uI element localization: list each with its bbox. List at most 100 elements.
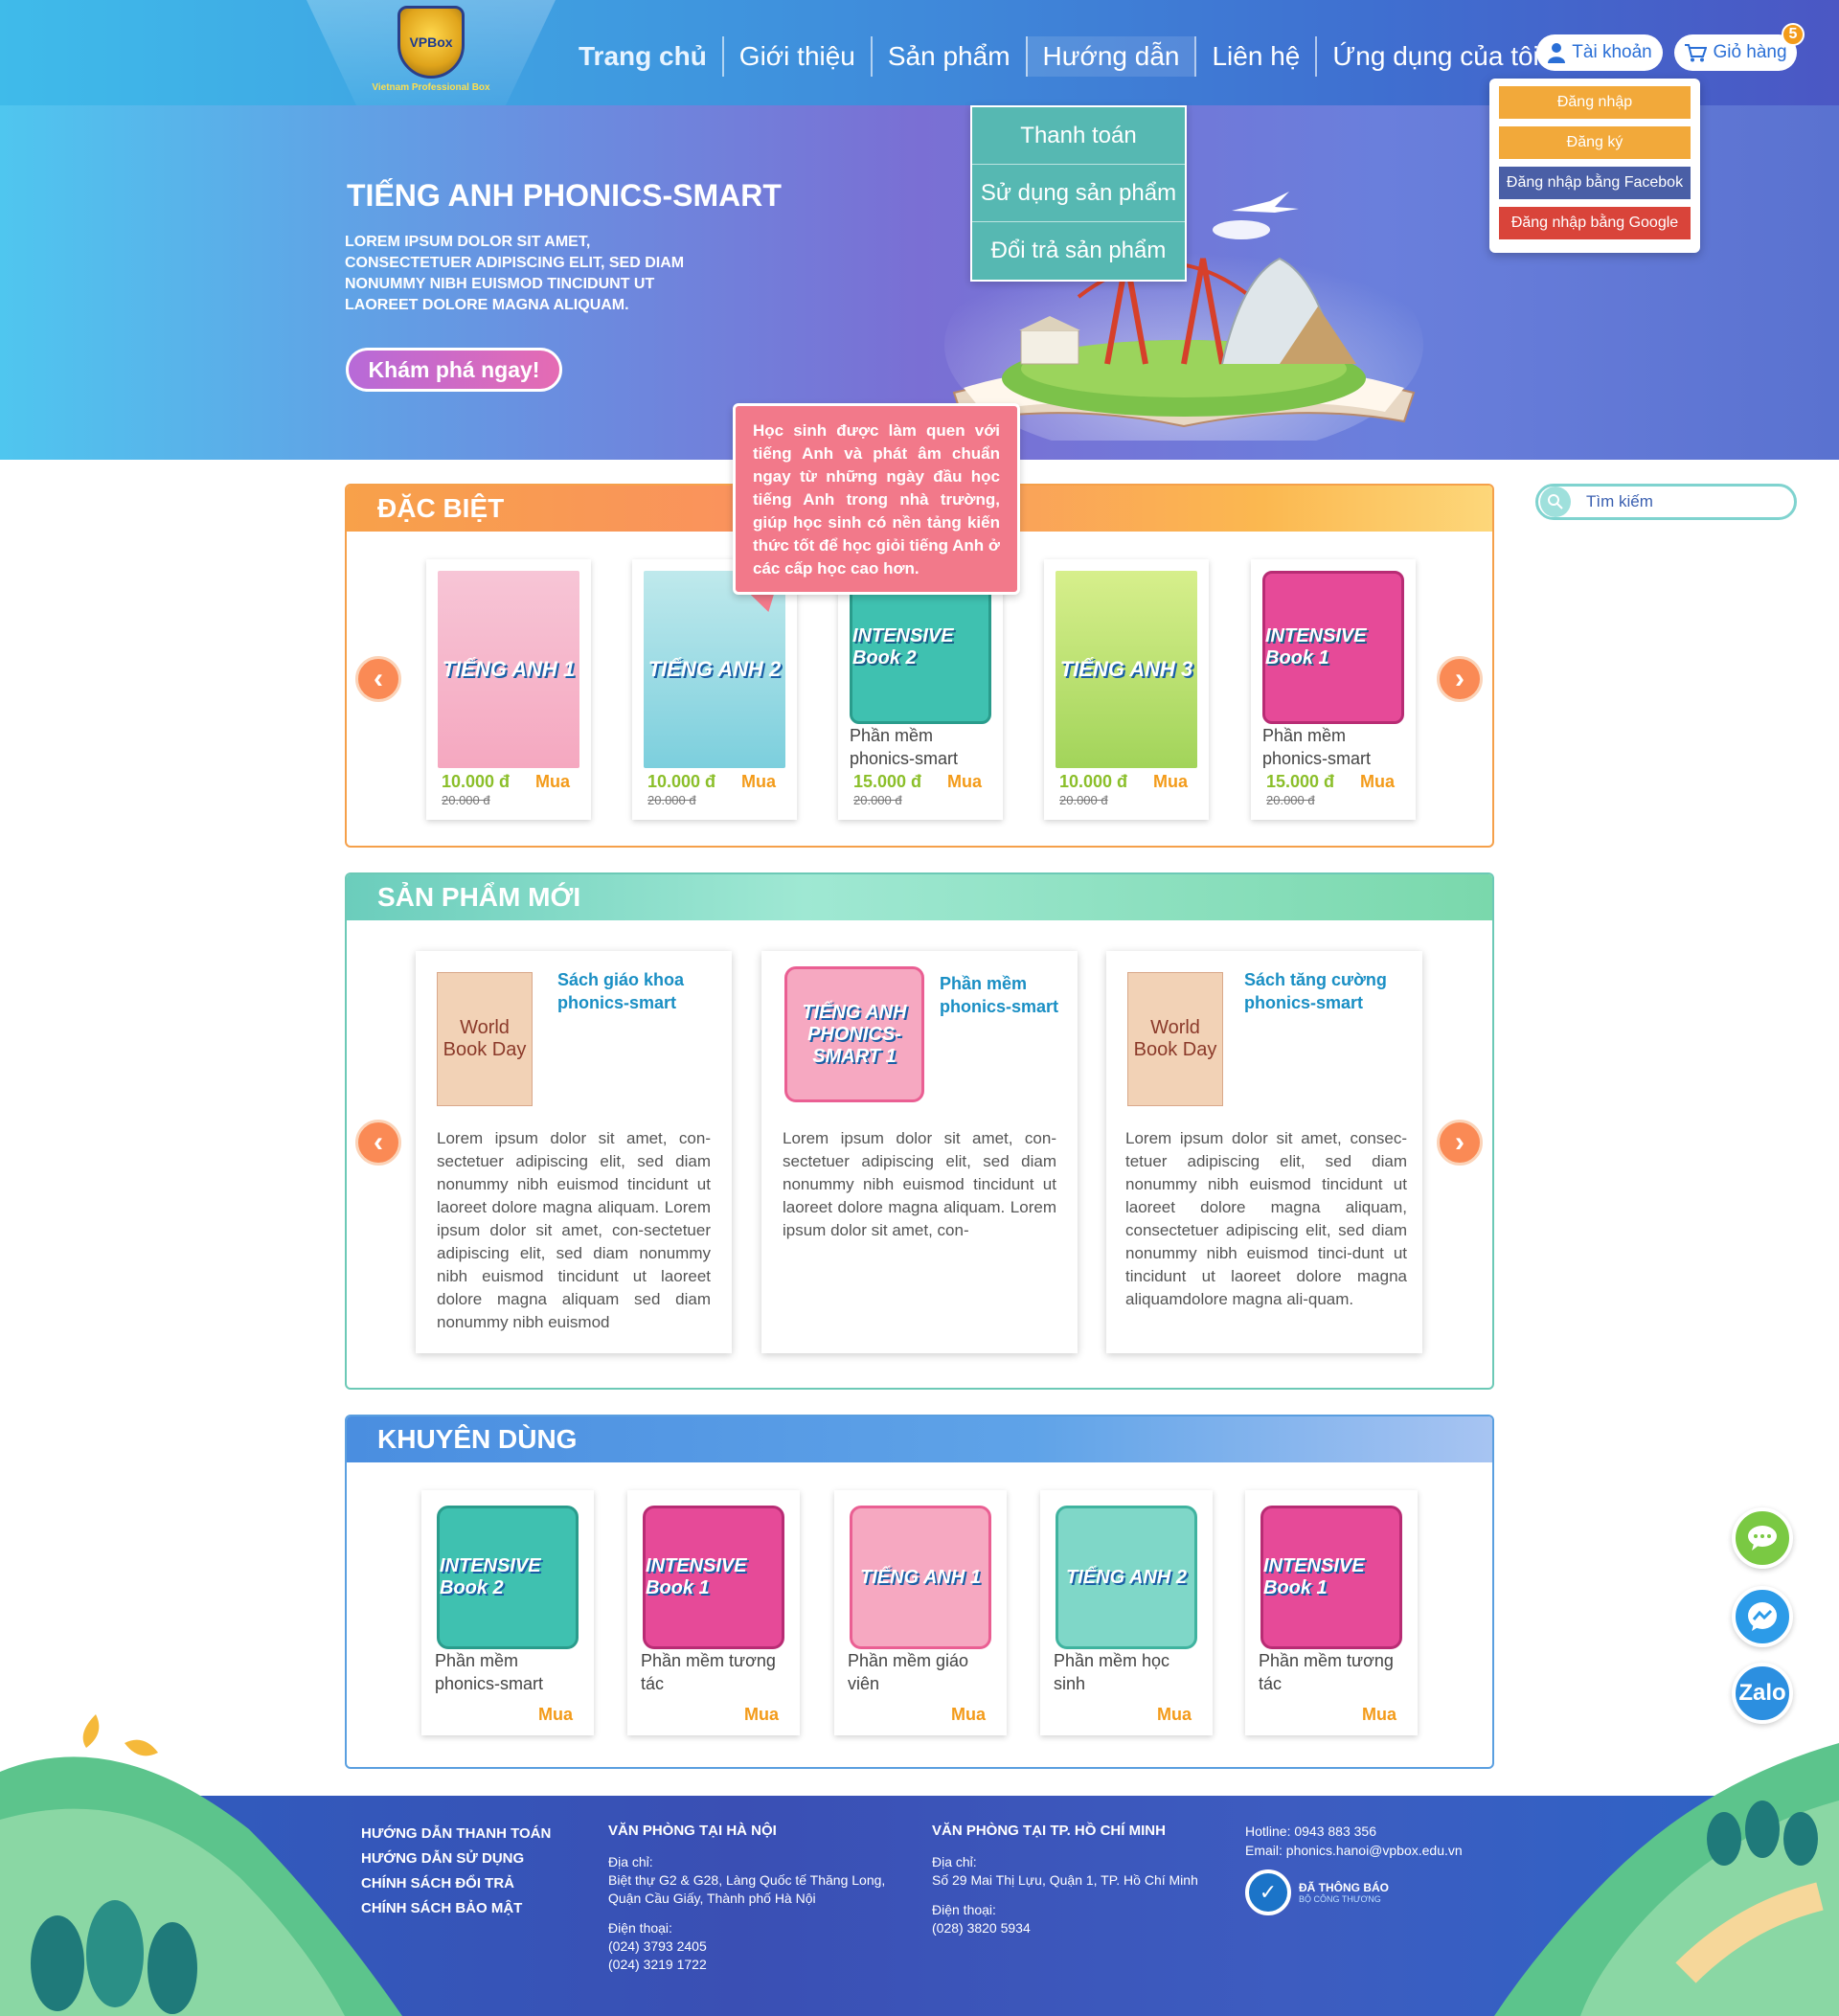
buy-button[interactable]: Mua [741, 772, 776, 792]
product-price: 10.000 đ [1059, 772, 1128, 791]
product-card[interactable]: TIẾNG ANH 1 10.000 đ 20.000 đ Mua [426, 559, 591, 820]
book-cover-image: TIẾNG ANH 2 [1056, 1506, 1197, 1649]
search-box[interactable]: Tìm kiếm [1535, 484, 1797, 520]
account-label: Tài khoản [1572, 42, 1652, 62]
main-nav: Trang chủ Giới thiệu Sản phẩm Hướng dẫn … [563, 36, 1555, 77]
guide-menu-usage[interactable]: Sử dụng sản phẩm [972, 165, 1185, 222]
book-cover-image: INTENSIVE Book 1 [1260, 1506, 1402, 1649]
recommended-title: KHUYÊN DÙNG [347, 1416, 1492, 1462]
search-icon[interactable] [1540, 487, 1571, 517]
footer-link-returns[interactable]: CHÍNH SÁCH ĐỔI TRẢ [361, 1871, 551, 1896]
special-prev-arrow[interactable]: ‹ [355, 656, 401, 702]
account-dropdown: Đăng nhập Đăng ký Đăng nhập bằng Facebok… [1489, 79, 1700, 253]
product-old-price: 20.000 đ [853, 793, 902, 807]
nav-home[interactable]: Trang chủ [563, 36, 722, 77]
book-thumbnail: World Book Day [1127, 972, 1223, 1106]
login-button[interactable]: Đăng nhập [1499, 86, 1691, 119]
buy-button[interactable]: Mua [535, 772, 570, 792]
buy-button[interactable]: Mua [951, 1705, 986, 1725]
product-card[interactable]: TIẾNG ANH 3 10.000 đ 20.000 đ Mua [1044, 559, 1209, 820]
new-products-title: SẢN PHẨM MỚI [347, 874, 1492, 920]
cart-label: Giỏ hàng [1713, 42, 1787, 62]
hanoi-heading: VĂN PHÒNG TẠI HÀ NỘI [608, 1823, 777, 1839]
hanoi-phone-label: Điện thoại: [608, 1920, 672, 1936]
site-logo[interactable]: VPBox Vietnam Professional Box [369, 6, 493, 102]
new-product-title[interactable]: Sách giáo khoa phonics-smart [557, 968, 711, 1014]
hill-decoration-right [1494, 1743, 1839, 2016]
buy-button[interactable]: Mua [947, 772, 982, 792]
nav-contact[interactable]: Liên hệ [1194, 36, 1315, 77]
recommended-card[interactable]: TIẾNG ANH 1 Phần mềm giáo viên Mua [834, 1490, 1007, 1735]
new-product-title[interactable]: Sách tăng cường phonics-smart [1244, 968, 1397, 1014]
new-product-card[interactable]: TIẾNG ANH PHONICS-SMART 1 Phần mềm phoni… [761, 951, 1078, 1353]
product-card[interactable]: INTENSIVE Book 2 Phần mềm phonics-smart … [838, 559, 1003, 820]
recommended-card[interactable]: TIẾNG ANH 2 Phần mềm học sinh Mua [1040, 1490, 1213, 1735]
footer-email[interactable]: Email: phonics.hanoi@vpbox.edu.vn [1245, 1841, 1463, 1860]
guide-menu-payment[interactable]: Thanh toán [972, 107, 1185, 165]
hcm-address-line1: Số 29 Mai Thị Lựu, Quận 1, TP. Hồ Chí Mi… [932, 1872, 1198, 1888]
nav-my-apps[interactable]: Ứng dụng của tôi [1315, 36, 1554, 77]
buy-button[interactable]: Mua [538, 1705, 573, 1725]
cart-button[interactable]: Giỏ hàng [1674, 34, 1797, 71]
messenger-icon [1748, 1602, 1777, 1631]
product-name: Phần mềm học sinh [1054, 1651, 1170, 1693]
user-icon [1548, 43, 1566, 63]
nav-guide[interactable]: Hướng dẫn [1025, 36, 1195, 77]
guide-dropdown: Thanh toán Sử dụng sản phẩm Đổi trả sản … [970, 105, 1187, 282]
hcm-phone-1: (028) 3820 5934 [932, 1920, 1031, 1936]
buy-button[interactable]: Mua [1157, 1705, 1192, 1725]
footer-contact: Hotline: 0943 883 356 Email: phonics.han… [1245, 1822, 1463, 1860]
new-product-title[interactable]: Phần mềm phonics-smart [940, 972, 1093, 1018]
zalo-button[interactable]: Zalo [1732, 1663, 1793, 1724]
footer-link-payment[interactable]: HƯỚNG DẪN THANH TOÁN [361, 1822, 551, 1846]
google-login-button[interactable]: Đăng nhập bằng Google [1499, 207, 1691, 239]
buy-button[interactable]: Mua [744, 1705, 779, 1725]
guide-menu-returns[interactable]: Đổi trả sản phẩm [972, 222, 1185, 280]
messenger-button[interactable] [1732, 1586, 1793, 1647]
search-input[interactable]: Tìm kiếm [1586, 492, 1653, 511]
recommended-card[interactable]: INTENSIVE Book 2 Phần mềm phonics-smart … [421, 1490, 594, 1735]
cart-icon [1685, 44, 1708, 62]
buy-button[interactable]: Mua [1362, 1705, 1396, 1725]
footer-link-usage[interactable]: HƯỚNG DẪN SỬ DỤNG [361, 1846, 551, 1871]
footer-links: HƯỚNG DẪN THANH TOÁN HƯỚNG DẪN SỬ DỤNG C… [361, 1822, 551, 1921]
hanoi-address-line2: Quận Cầu Giấy, Thành phố Hà Nội [608, 1891, 816, 1906]
product-card[interactable]: INTENSIVE Book 1 Phần mềm phonics-smart … [1251, 559, 1416, 820]
special-next-arrow[interactable]: › [1437, 656, 1483, 702]
buy-button[interactable]: Mua [1360, 772, 1395, 792]
new-prev-arrow[interactable]: ‹ [355, 1120, 401, 1166]
footer-hanoi-office: VĂN PHÒNG TẠI HÀ NỘI Địa chỉ: Biệt thự G… [608, 1822, 885, 1974]
buy-button[interactable]: Mua [1153, 772, 1188, 792]
nav-about[interactable]: Giới thiệu [721, 36, 871, 77]
facebook-login-button[interactable]: Đăng nhập bằng Facebok [1499, 167, 1691, 199]
explore-button[interactable]: Khám phá ngay! [346, 348, 562, 392]
chat-button[interactable] [1732, 1507, 1793, 1569]
product-price: 15.000 đ [1266, 772, 1335, 791]
hanoi-phone-2: (024) 3219 1722 [608, 1957, 707, 1972]
new-product-card[interactable]: World Book Day Sách tăng cường phonics-s… [1106, 951, 1422, 1353]
recommended-card[interactable]: INTENSIVE Book 1 Phần mềm tương tác Mua [1245, 1490, 1418, 1735]
book-cover-image: TIẾNG ANH 3 [1056, 571, 1197, 768]
footer-link-privacy[interactable]: CHÍNH SÁCH BẢO MẬT [361, 1896, 551, 1921]
bct-badge[interactable]: ✓ ĐÃ THÔNG BÁO BỘ CÔNG THƯƠNG [1245, 1869, 1389, 1915]
product-tooltip: Học sinh được làm quen với tiếng Anh và … [733, 403, 1020, 595]
hanoi-address-label: Địa chỉ: [608, 1854, 653, 1869]
hanoi-phone-1: (024) 3793 2405 [608, 1938, 707, 1954]
register-button[interactable]: Đăng ký [1499, 126, 1691, 159]
book-cover-image: INTENSIVE Book 1 [1262, 571, 1404, 724]
new-product-description: Lorem ipsum dolor sit amet, con-sectetue… [437, 1129, 711, 1331]
book-cover-image: TIẾNG ANH 1 [438, 571, 579, 768]
bct-subtext: BỘ CÔNG THƯƠNG [1299, 1894, 1381, 1904]
nav-products[interactable]: Sản phẩm [870, 36, 1026, 77]
new-next-arrow[interactable]: › [1437, 1120, 1483, 1166]
new-product-card[interactable]: World Book Day Sách giáo khoa phonics-sm… [416, 951, 732, 1353]
product-name: Phần mềm phonics-smart [1262, 726, 1372, 768]
product-name: Phần mềm tương tác [1259, 1651, 1394, 1693]
new-product-description: Lorem ipsum dolor sit amet, consec-tetue… [1125, 1129, 1407, 1308]
account-button[interactable]: Tài khoản [1536, 34, 1663, 71]
recommended-card[interactable]: INTENSIVE Book 1 Phần mềm tương tác Mua [627, 1490, 800, 1735]
product-name: Phần mềm giáo viên [848, 1651, 969, 1693]
product-old-price: 20.000 đ [442, 793, 490, 807]
checkmark-icon: ✓ [1245, 1869, 1291, 1915]
logo-text: Vietnam Professional Box [372, 82, 490, 93]
